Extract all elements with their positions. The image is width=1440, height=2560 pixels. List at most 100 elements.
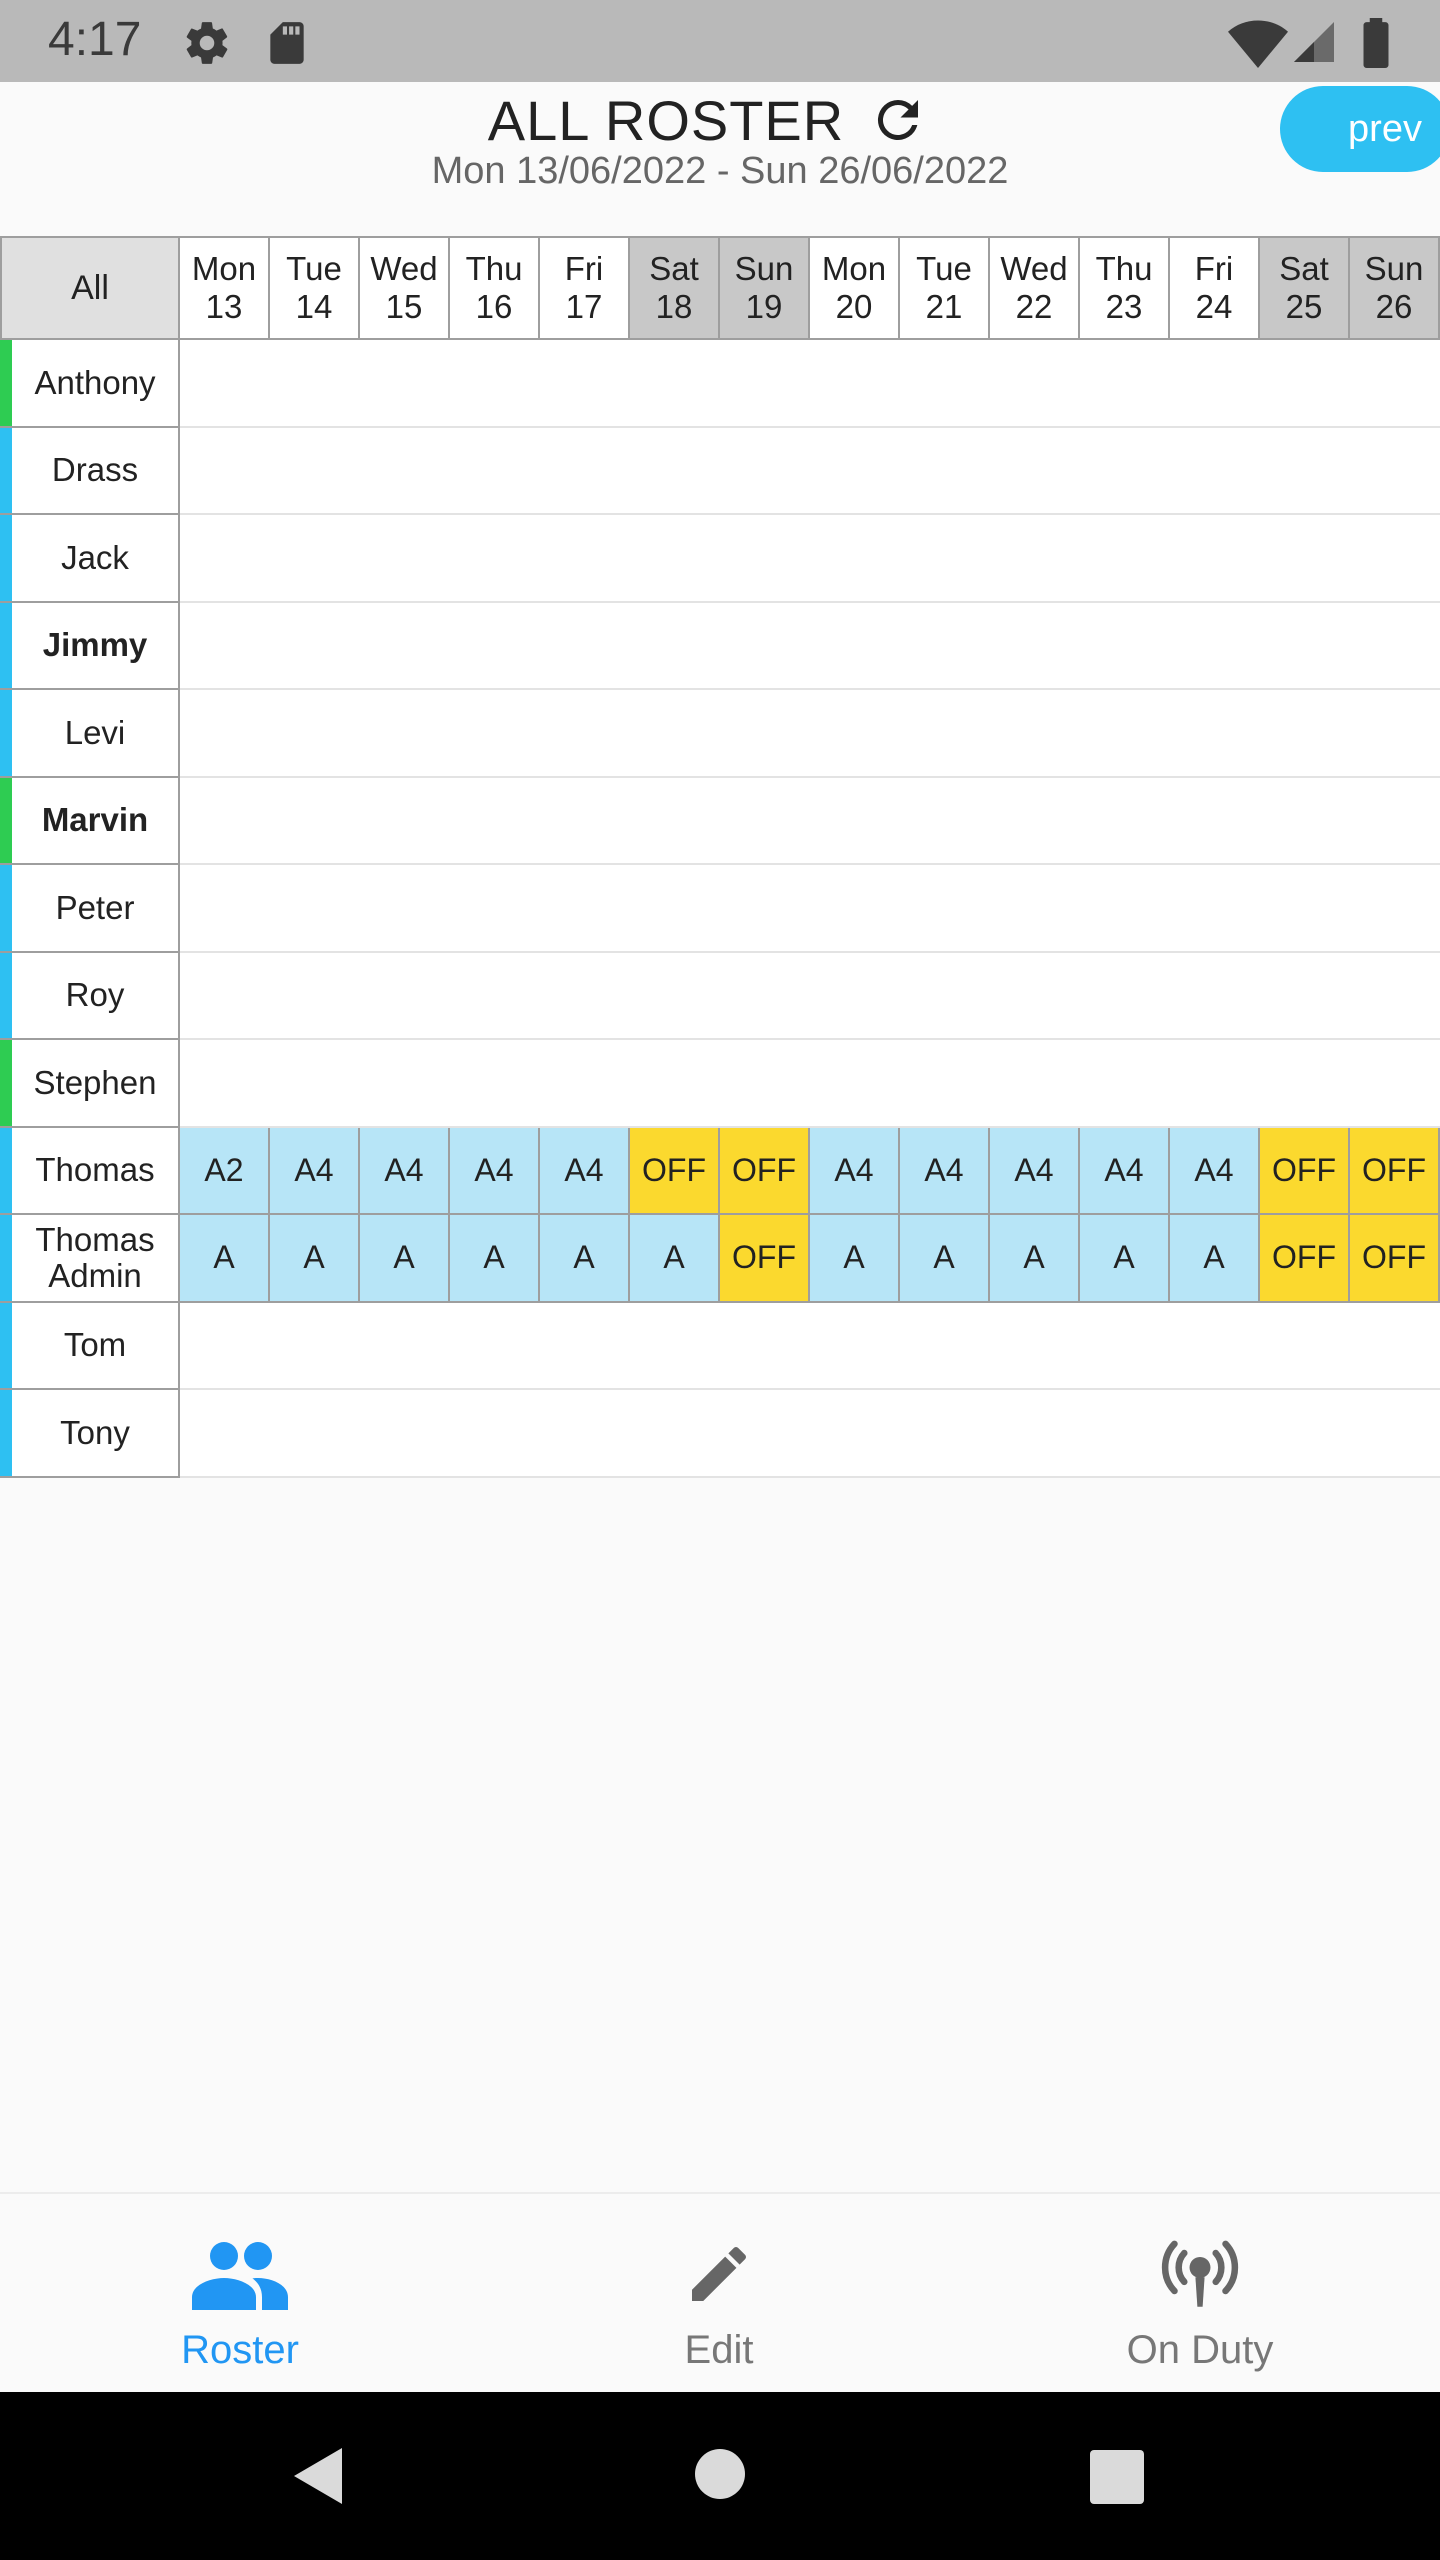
staff-row: Roy (0, 952, 1440, 1040)
recents-icon[interactable] (1090, 2450, 1144, 2504)
nav-on-duty[interactable]: On Duty (1050, 2194, 1350, 2394)
day-header: Sun 19 (720, 236, 810, 340)
wifi-icon (1228, 20, 1288, 68)
shift-cell[interactable]: A (810, 1215, 900, 1303)
staff-name-cell[interactable]: Roy (0, 952, 180, 1040)
staff-row: Levi (0, 690, 1440, 778)
broadcast-icon (1161, 2240, 1239, 2307)
shift-cell[interactable]: A (360, 1215, 450, 1303)
staff-name-cell[interactable]: Jimmy (0, 602, 180, 690)
shift-cell[interactable]: A4 (990, 1127, 1080, 1215)
shift-cell[interactable]: A4 (810, 1127, 900, 1215)
staff-color-indicator (0, 690, 12, 776)
staff-color-indicator (0, 427, 12, 513)
all-filter-button[interactable]: All (0, 236, 180, 340)
staff-name-cell[interactable]: Marvin (0, 777, 180, 865)
staff-name-cell[interactable]: Tom (0, 1302, 180, 1390)
staff-shift-area[interactable] (180, 340, 1440, 428)
shift-cell[interactable]: A (270, 1215, 360, 1303)
staff-shift-area[interactable] (180, 952, 1440, 1040)
shift-cell[interactable]: OFF (1350, 1215, 1440, 1303)
day-date: 15 (385, 288, 423, 325)
shift-cell[interactable]: A (450, 1215, 540, 1303)
day-of-week: Thu (1095, 250, 1153, 287)
shift-cell[interactable]: A (1170, 1215, 1260, 1303)
shift-cell[interactable]: OFF (720, 1215, 810, 1303)
day-date: 22 (1015, 288, 1053, 325)
shift-cell[interactable]: OFF (1260, 1215, 1350, 1303)
staff-name-cell[interactable]: Tony (0, 1390, 180, 1478)
day-header: Wed 15 (360, 236, 450, 340)
staff-color-indicator (0, 1302, 12, 1388)
shift-cell[interactable]: A (990, 1215, 1080, 1303)
nav-edit[interactable]: Edit (569, 2194, 869, 2394)
shift-cell[interactable]: A4 (450, 1127, 540, 1215)
staff-shift-area[interactable] (180, 865, 1440, 953)
staff-name: Marvin (41, 801, 149, 839)
day-date: 25 (1285, 288, 1323, 325)
shift-cell[interactable]: A4 (1170, 1127, 1260, 1215)
staff-color-indicator (0, 515, 12, 601)
staff-name-cell[interactable]: Levi (0, 690, 180, 778)
status-bar: 4:17 (0, 0, 1440, 82)
staff-row: Drass (0, 427, 1440, 515)
day-date: 20 (835, 288, 873, 325)
staff-name: Thomas Admin (35, 1220, 155, 1294)
status-time: 4:17 (48, 13, 142, 66)
day-of-week: Sun (734, 250, 794, 287)
battery-icon (1363, 18, 1389, 68)
staff-name-cell[interactable]: Peter (0, 865, 180, 953)
staff-shift-area[interactable] (180, 690, 1440, 778)
shift-cell[interactable]: A (630, 1215, 720, 1303)
staff-name-cell[interactable]: Jack (0, 515, 180, 603)
shift-cell[interactable]: A4 (360, 1127, 450, 1215)
staff-name: Stephen (33, 1063, 157, 1101)
shift-cell[interactable]: A (540, 1215, 630, 1303)
staff-row: Marvin (0, 777, 1440, 865)
staff-shift-area[interactable] (180, 427, 1440, 515)
staff-color-indicator (0, 777, 12, 863)
prev-button[interactable]: prev (1280, 86, 1440, 172)
shift-cell[interactable]: A4 (270, 1127, 360, 1215)
pencil-icon (692, 2246, 747, 2301)
shift-cell[interactable]: A2 (180, 1127, 270, 1215)
staff-name-cell[interactable]: Anthony (0, 340, 180, 428)
shift-cell[interactable]: OFF (1350, 1127, 1440, 1215)
roster-header: ALL ROSTER Mon 13/06/2022 - Sun 26/06/20… (0, 82, 1440, 234)
day-header: Fri 24 (1170, 236, 1260, 340)
gear-icon (186, 22, 228, 64)
staff-shift-area[interactable] (180, 777, 1440, 865)
shift-cell[interactable]: OFF (1260, 1127, 1350, 1215)
staff-name-cell[interactable]: Thomas Admin (0, 1215, 180, 1303)
staff-shift-area[interactable] (180, 515, 1440, 603)
shift-cell[interactable]: A4 (540, 1127, 630, 1215)
staff-shift-area[interactable] (180, 1390, 1440, 1478)
home-icon[interactable] (694, 2448, 746, 2500)
staff-row: Jimmy (0, 602, 1440, 690)
shift-cell[interactable]: OFF (720, 1127, 810, 1215)
staff-name-cell[interactable]: Drass (0, 427, 180, 515)
shift-cell[interactable]: A (900, 1215, 990, 1303)
day-header: Tue 21 (900, 236, 990, 340)
shift-cell[interactable]: A (180, 1215, 270, 1303)
day-header: Tue 14 (270, 236, 360, 340)
staff-shift-area[interactable] (180, 1040, 1440, 1128)
back-icon[interactable] (290, 2444, 346, 2508)
staff-shift-area[interactable] (180, 1302, 1440, 1390)
shift-cell[interactable]: A4 (900, 1127, 990, 1215)
shift-cell[interactable]: A4 (1080, 1127, 1170, 1215)
staff-name-cell[interactable]: Thomas (0, 1127, 180, 1215)
staff-name: Jimmy (42, 626, 148, 664)
staff-row: Tony (0, 1390, 1440, 1478)
day-of-week: Sat (1279, 250, 1329, 287)
staff-row: Stephen (0, 1040, 1440, 1128)
staff-row: Thomas Admin A A A A A A OFF A A A A A OFF OFF (0, 1215, 1440, 1303)
refresh-icon[interactable] (868, 90, 928, 150)
shift-cell[interactable]: A (1080, 1215, 1170, 1303)
staff-shift-area[interactable] (180, 602, 1440, 690)
day-date: 23 (1105, 288, 1143, 325)
nav-roster[interactable]: Roster (90, 2194, 390, 2394)
staff-name-cell[interactable]: Stephen (0, 1040, 180, 1128)
day-header: Wed 22 (990, 236, 1080, 340)
shift-cell[interactable]: OFF (630, 1127, 720, 1215)
